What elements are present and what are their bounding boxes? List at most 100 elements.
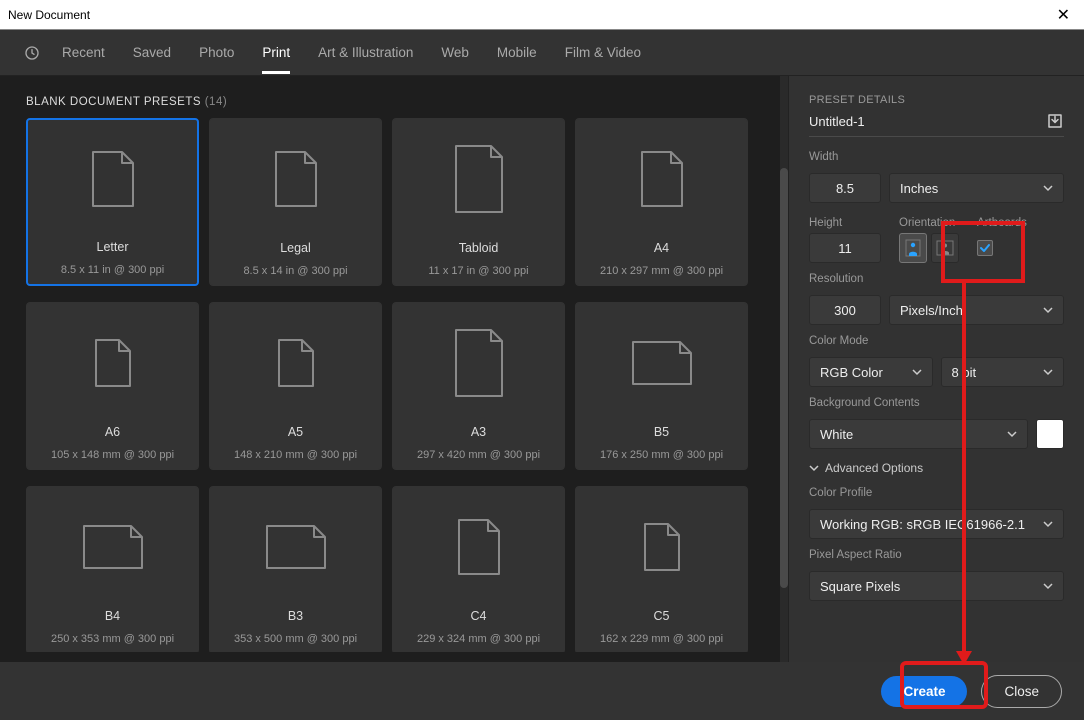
preset-a6[interactable]: A6 105 x 148 mm @ 300 ppi [26, 302, 199, 470]
height-label: Height [809, 217, 881, 229]
width-label: Width [809, 151, 1064, 163]
preset-a3[interactable]: A3 297 x 420 mm @ 300 ppi [392, 302, 565, 470]
preset-tabloid[interactable]: Tabloid 11 x 17 in @ 300 ppi [392, 118, 565, 286]
document-icon [92, 128, 134, 230]
chevron-down-icon [1043, 305, 1053, 315]
advanced-options-toggle[interactable]: Advanced Options [809, 461, 1064, 475]
resolution-label: Resolution [809, 273, 1064, 285]
preset-meta: 11 x 17 in @ 300 ppi [428, 265, 528, 277]
document-icon [278, 311, 314, 415]
color-profile-select[interactable]: Working RGB: sRGB IEC61966-2.1 [809, 509, 1064, 539]
chevron-down-icon [1043, 367, 1053, 377]
preset-label: B4 [105, 609, 120, 623]
color-mode-select[interactable]: RGB Color [809, 357, 933, 387]
resolution-unit-select[interactable]: Pixels/Inch [889, 295, 1064, 325]
preset-c4[interactable]: C4 229 x 324 mm @ 300 ppi [392, 486, 565, 652]
artboards-label: Artboards [977, 217, 1027, 229]
create-button[interactable]: Create [881, 676, 967, 707]
document-icon [83, 495, 143, 599]
document-icon [275, 127, 317, 231]
tab-print[interactable]: Print [262, 31, 290, 74]
preset-label: A5 [288, 425, 303, 439]
preset-meta: 162 x 229 mm @ 300 ppi [600, 633, 723, 645]
tab-art-illustration[interactable]: Art & Illustration [318, 31, 413, 74]
orientation-landscape-button[interactable] [931, 233, 959, 263]
height-input[interactable] [809, 233, 881, 263]
window-close-button[interactable]: ✕ [1051, 5, 1076, 25]
width-unit-select[interactable]: Inches [889, 173, 1064, 203]
window-title: New Document [8, 8, 1051, 22]
tab-recent[interactable]: Recent [62, 31, 105, 74]
close-button[interactable]: Close [981, 675, 1062, 708]
preset-meta: 8.5 x 11 in @ 300 ppi [61, 264, 164, 276]
document-icon [266, 495, 326, 599]
pixel-aspect-ratio-select[interactable]: Square Pixels [809, 571, 1064, 601]
width-input[interactable] [809, 173, 881, 203]
document-icon [641, 127, 683, 231]
color-profile-label: Color Profile [809, 487, 1064, 499]
tab-film-video[interactable]: Film & Video [565, 31, 641, 74]
tab-mobile[interactable]: Mobile [497, 31, 537, 74]
preset-b3[interactable]: B3 353 x 500 mm @ 300 ppi [209, 486, 382, 652]
background-contents-select[interactable]: White [809, 419, 1028, 449]
chevron-down-icon [912, 367, 922, 377]
preset-a4[interactable]: A4 210 x 297 mm @ 300 ppi [575, 118, 748, 286]
preset-meta: 176 x 250 mm @ 300 ppi [600, 449, 723, 461]
presets-header-label: BLANK DOCUMENT PRESETS [26, 96, 201, 108]
preset-c5[interactable]: C5 162 x 229 mm @ 300 ppi [575, 486, 748, 652]
main-area: BLANK DOCUMENT PRESETS (14) Letter 8.5 x… [0, 76, 1084, 720]
save-preset-icon[interactable] [1046, 112, 1064, 130]
background-contents-label: Background Contents [809, 397, 1064, 409]
preset-a5[interactable]: A5 148 x 210 mm @ 300 ppi [209, 302, 382, 470]
preset-label: C5 [654, 609, 670, 623]
preset-meta: 8.5 x 14 in @ 300 ppi [243, 265, 347, 277]
tab-saved[interactable]: Saved [133, 31, 171, 74]
document-icon [458, 495, 500, 599]
chevron-down-icon [1043, 183, 1053, 193]
chevron-down-icon [1043, 581, 1053, 591]
preset-meta: 353 x 500 mm @ 300 ppi [234, 633, 357, 645]
preset-label: Legal [280, 241, 311, 255]
preset-meta: 250 x 353 mm @ 300 ppi [51, 633, 174, 645]
color-depth-select[interactable]: 8 bit [941, 357, 1065, 387]
preset-label: A6 [105, 425, 120, 439]
chevron-down-icon [809, 463, 819, 473]
preset-details-title: PRESET DETAILS [809, 94, 1064, 106]
preset-meta: 105 x 148 mm @ 300 ppi [51, 449, 174, 461]
preset-meta: 148 x 210 mm @ 300 ppi [234, 449, 357, 461]
document-name-input[interactable] [809, 114, 1038, 129]
category-tabbar: Recent Saved Photo Print Art & Illustration W… [0, 30, 1084, 76]
preset-b5[interactable]: B5 176 x 250 mm @ 300 ppi [575, 302, 748, 470]
preset-scrollbar[interactable] [780, 76, 788, 720]
chevron-down-icon [1007, 429, 1017, 439]
check-icon [979, 242, 991, 254]
preset-label: A4 [654, 241, 669, 255]
orientation-label: Orientation [899, 217, 959, 229]
color-mode-label: Color Mode [809, 335, 1064, 347]
preset-b4[interactable]: B4 250 x 353 mm @ 300 ppi [26, 486, 199, 652]
preset-letter[interactable]: Letter 8.5 x 11 in @ 300 ppi [26, 118, 199, 286]
preset-meta: 297 x 420 mm @ 300 ppi [417, 449, 540, 461]
preset-label: B3 [288, 609, 303, 623]
preset-details-panel: PRESET DETAILS Width Inches Height Orien… [788, 76, 1084, 720]
preset-meta: 229 x 324 mm @ 300 ppi [417, 633, 540, 645]
recent-clock-icon [24, 45, 40, 61]
document-icon [644, 495, 680, 599]
orientation-portrait-button[interactable] [899, 233, 927, 263]
presets-count: (14) [205, 96, 227, 108]
resolution-input[interactable] [809, 295, 881, 325]
tab-web[interactable]: Web [441, 31, 469, 74]
preset-label: C4 [471, 609, 487, 623]
preset-label: B5 [654, 425, 669, 439]
tab-photo[interactable]: Photo [199, 31, 234, 74]
dialog-footer: Create Close [0, 662, 1084, 720]
presets-panel: BLANK DOCUMENT PRESETS (14) Letter 8.5 x… [0, 76, 780, 720]
artboards-checkbox[interactable] [977, 240, 993, 256]
preset-legal[interactable]: Legal 8.5 x 14 in @ 300 ppi [209, 118, 382, 286]
preset-label: Tabloid [459, 241, 499, 255]
document-icon [95, 311, 131, 415]
preset-meta: 210 x 297 mm @ 300 ppi [600, 265, 723, 277]
preset-label: A3 [471, 425, 486, 439]
pixel-aspect-ratio-label: Pixel Aspect Ratio [809, 549, 1064, 561]
background-color-swatch[interactable] [1036, 419, 1064, 449]
